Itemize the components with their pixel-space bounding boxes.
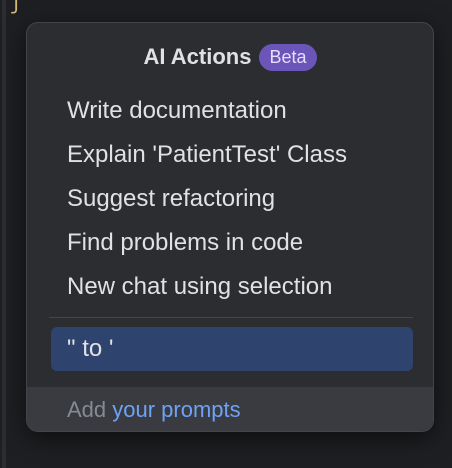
footer-prefix-text: Add [67, 397, 113, 422]
editor-gutter [2, 0, 6, 468]
action-suggest-refactoring[interactable]: Suggest refactoring [27, 177, 433, 221]
action-find-problems[interactable]: Find problems in code [27, 221, 433, 265]
popup-title: AI Actions [143, 44, 252, 69]
beta-badge: Beta [259, 43, 317, 71]
action-new-chat-selection[interactable]: New chat using selection [27, 265, 433, 309]
custom-prompt-item[interactable]: " to ' [51, 327, 413, 371]
ai-actions-popup: AI Actions Beta Write documentation Expl… [26, 22, 434, 432]
add-prompts-link[interactable]: your prompts [112, 397, 240, 422]
popup-header: AI Actions Beta [27, 41, 433, 73]
action-write-documentation[interactable]: Write documentation [27, 89, 433, 133]
list-separator [49, 317, 413, 318]
actions-list: Write documentation Explain 'PatientTest… [27, 89, 433, 309]
popup-footer: Add your prompts [27, 387, 433, 431]
code-brace-glyph: ʃ [10, 0, 23, 14]
action-explain-class[interactable]: Explain 'PatientTest' Class [27, 133, 433, 177]
